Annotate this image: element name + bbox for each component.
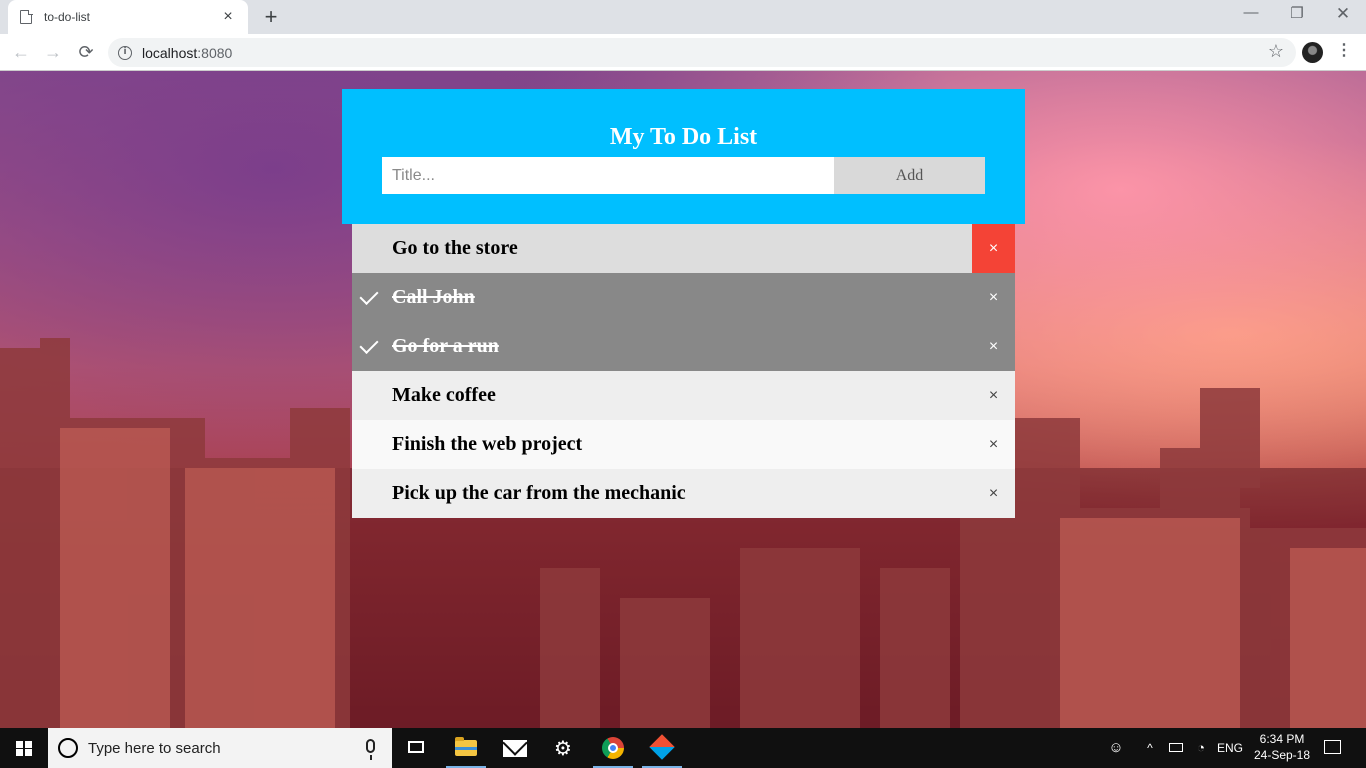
action-center-icon[interactable]	[1324, 740, 1341, 754]
todo-item[interactable]: Go to the store ×	[352, 224, 1015, 273]
todo-item[interactable]: Pick up the car from the mechanic ×	[352, 469, 1015, 518]
mail-icon	[503, 740, 527, 757]
file-explorer-button[interactable]	[442, 728, 490, 768]
microphone-icon[interactable]	[366, 739, 375, 760]
settings-gear-icon: ⚙	[554, 736, 572, 760]
start-button[interactable]	[0, 728, 48, 768]
delete-item-close-icon[interactable]: ×	[972, 322, 1015, 371]
new-tab-button[interactable]: +	[259, 4, 283, 30]
add-button[interactable]: Add	[834, 157, 985, 194]
task-view-icon	[408, 741, 424, 753]
clock-date: 24-Sep-18	[1253, 748, 1311, 762]
clock-time: 6:34 PM	[1259, 732, 1305, 746]
reload-button[interactable]: ⟳	[74, 41, 98, 65]
todo-item[interactable]: Make coffee ×	[352, 371, 1015, 420]
tab-close-icon[interactable]: ×	[220, 8, 236, 26]
mail-button[interactable]	[491, 728, 539, 768]
todo-item-text: Make coffee	[392, 384, 496, 406]
file-explorer-icon	[455, 737, 477, 756]
todo-item[interactable]: Go for a run ×	[352, 322, 1015, 371]
todo-item-text: Go for a run	[392, 335, 499, 357]
checkmark-icon	[359, 285, 379, 306]
todo-item-text: Go to the store	[392, 237, 518, 259]
page-title: My To Do List	[609, 124, 758, 150]
windows-logo-icon	[16, 741, 32, 756]
minimize-button[interactable]: —	[1228, 4, 1274, 21]
wifi-icon[interactable]: ◔	[1192, 728, 1210, 768]
delete-item-close-icon[interactable]: ×	[972, 371, 1015, 420]
language-indicator[interactable]: ENG	[1216, 728, 1244, 768]
cortana-icon	[58, 738, 78, 758]
browser-toolbar: ← → ⟳ i localhost:8080 ☆	[0, 34, 1366, 71]
browser-tab[interactable]: to-do-list ×	[8, 0, 248, 34]
browser-tabstrip: to-do-list × + — ❐ ✕	[0, 0, 1366, 34]
todo-list: Go to the store × Call John × Go for a run × M…	[352, 224, 1015, 518]
chrome-icon	[602, 737, 624, 759]
taskbar-search-box[interactable]: Type here to search	[48, 728, 392, 768]
settings-button[interactable]: ⚙	[540, 728, 588, 768]
battery-icon[interactable]	[1168, 728, 1186, 768]
profile-avatar[interactable]	[1302, 42, 1323, 63]
people-icon[interactable]: ☺	[1104, 728, 1128, 768]
todo-item-text: Call John	[392, 286, 475, 308]
url-port: :8080	[197, 44, 233, 61]
forward-button[interactable]: →	[41, 41, 65, 65]
bookmark-star-icon[interactable]: ☆	[1268, 41, 1284, 62]
title-input[interactable]	[382, 157, 834, 194]
delete-item-close-icon[interactable]: ×	[972, 273, 1015, 322]
url-host: localhost	[142, 44, 198, 61]
address-bar[interactable]: i localhost:8080 ☆	[108, 38, 1296, 67]
page-background: My To Do List Add Go to the store×Call J…	[0, 71, 1366, 728]
show-hidden-icons-chevron-icon[interactable]: ^	[1142, 728, 1158, 768]
taskbar: Type here to search ⚙ ☺ ^ ◔ ENG 6:34 PM …	[0, 728, 1366, 768]
site-info-icon[interactable]: i	[118, 45, 132, 60]
task-view-button[interactable]	[392, 728, 440, 768]
todo-item[interactable]: Finish the web project ×	[352, 420, 1015, 469]
tab-title: to-do-list	[44, 10, 91, 24]
clock[interactable]: 6:34 PM 24-Sep-18	[1250, 731, 1314, 763]
todo-header: My To Do List Add	[342, 89, 1025, 224]
delete-item-close-icon[interactable]: ×	[972, 420, 1015, 469]
page-icon	[20, 9, 33, 24]
delete-item-close-icon[interactable]: ×	[972, 469, 1015, 518]
git-icon	[649, 734, 675, 760]
restore-button[interactable]: ❐	[1274, 4, 1320, 22]
delete-item-close-icon[interactable]: ×	[972, 224, 1015, 273]
chrome-button[interactable]	[589, 728, 637, 768]
checkmark-icon	[359, 334, 379, 355]
todo-item-text: Finish the web project	[392, 433, 583, 455]
git-button[interactable]	[638, 728, 686, 768]
todo-item[interactable]: Call John ×	[352, 273, 1015, 322]
todo-item-text: Pick up the car from the mechanic	[392, 482, 686, 504]
search-placeholder: Type here to search	[88, 740, 221, 757]
browser-menu-icon[interactable]: ⋮	[1336, 40, 1352, 60]
close-window-button[interactable]: ✕	[1320, 4, 1366, 24]
back-button[interactable]: ←	[9, 41, 33, 65]
